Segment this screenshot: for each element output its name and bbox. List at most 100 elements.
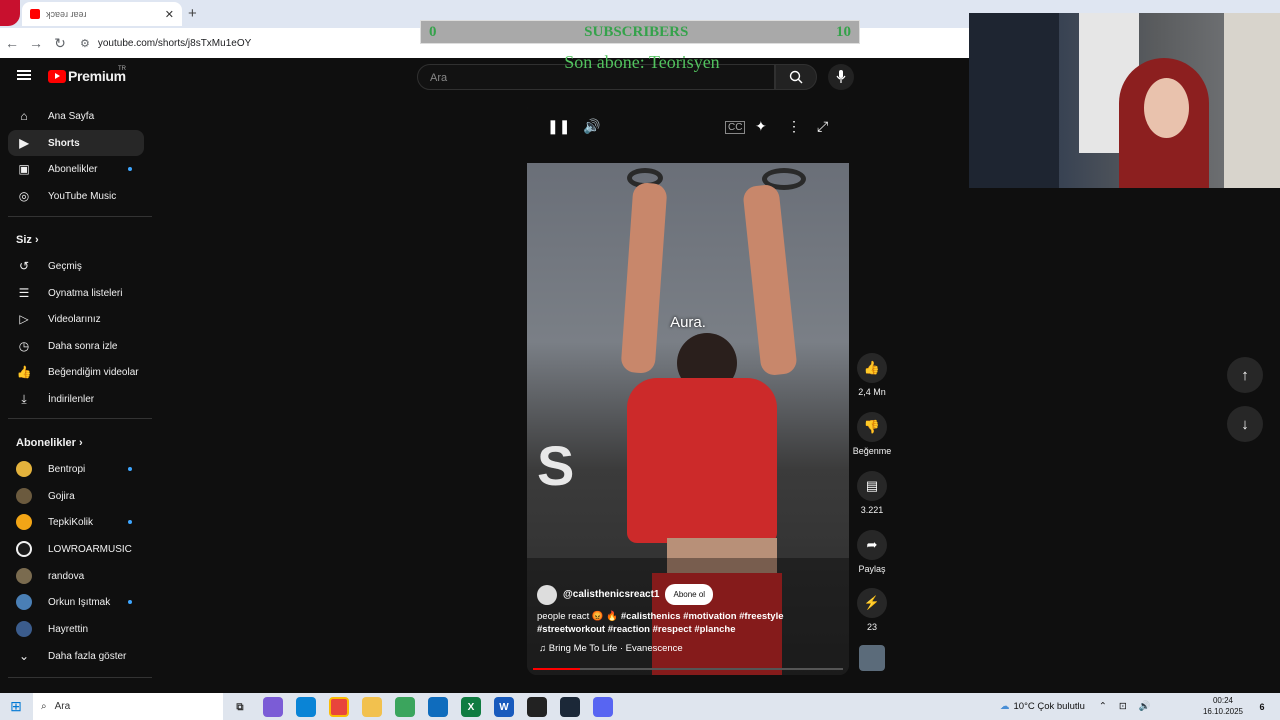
weather-text[interactable]: 10°C Çok bulutlu [1014, 701, 1085, 712]
sidebar-channel-lowroarmusic[interactable]: LOWROARMUSIC [8, 536, 144, 562]
share-icon[interactable]: ➦ [857, 530, 887, 560]
excel-icon[interactable]: X [461, 697, 481, 717]
network-icon[interactable]: ⊡ [1119, 701, 1127, 712]
chrome-icon[interactable] [329, 697, 349, 717]
edge-icon[interactable] [296, 697, 316, 717]
subscriptions-icon: ▣ [18, 162, 30, 176]
sidebar-item-home[interactable]: ⌂ Ana Sayfa [8, 103, 144, 129]
weather-icon[interactable]: ☁ [1000, 701, 1010, 712]
sidebar-item-youtube-music[interactable]: ◎ YouTube Music [8, 183, 144, 209]
like-count: 2,4 Mn [858, 387, 886, 397]
athlete-arm-right [742, 183, 798, 377]
chevron-down-icon: ⌄ [18, 649, 30, 663]
your-videos-icon: ▷ [19, 312, 29, 326]
comments-action[interactable]: ▤ 3.221 [852, 471, 892, 515]
sidebar-item-liked-videos[interactable]: 👍 Beğendiğim videolar [8, 359, 144, 385]
forward-icon[interactable]: → [24, 35, 48, 51]
video-progress-bar[interactable] [533, 668, 843, 670]
comment-icon[interactable]: ▤ [857, 471, 887, 501]
sidebar-channel-tepkikolik[interactable]: TepkiKolik [8, 509, 144, 535]
taskbar-search[interactable]: ⌕ Ara [33, 693, 223, 720]
notifications-icon[interactable]: 6 [1252, 697, 1272, 717]
more-options-icon[interactable]: ⋮ [787, 118, 801, 135]
copilot-icon[interactable] [263, 697, 283, 717]
remix-action[interactable]: ⚡ 23 [852, 588, 892, 632]
comment-count: 3.221 [860, 505, 884, 515]
browser-logo-icon[interactable] [0, 0, 20, 26]
remix-count: 23 [866, 622, 877, 632]
youtube-premium-logo[interactable]: Premium TR [48, 66, 126, 84]
sidebar-show-more[interactable]: ⌄ Daha fazla göster [8, 643, 144, 669]
file-explorer-icon[interactable] [362, 697, 382, 717]
sidebar-channel-hayrettin[interactable]: Hayrettin [8, 616, 144, 642]
miniplayer-button[interactable]: ✦ [755, 118, 767, 135]
sidebar-you-header[interactable]: Siz › [16, 234, 39, 246]
menu-icon[interactable] [17, 70, 31, 80]
sidebar-item-label: Videolarınız [48, 313, 101, 325]
new-tab-icon[interactable]: + [188, 5, 197, 22]
volume-button[interactable]: 🔊 [583, 118, 600, 135]
volume-icon[interactable]: 🔊 [1139, 701, 1151, 712]
subscriber-goal-start: 0 [429, 23, 437, 40]
channel-name: Orkun Işıtmak [48, 596, 111, 608]
steam-icon[interactable] [560, 697, 580, 717]
avatar [16, 568, 32, 584]
reload-icon[interactable]: ↻ [48, 35, 72, 52]
sidebar-channel-orkun-isitmak[interactable]: Orkun Işıtmak [8, 589, 144, 615]
tray-overflow-icon[interactable]: ⌃ [1099, 701, 1107, 712]
captions-button[interactable]: CC [725, 121, 746, 134]
store-icon[interactable] [395, 697, 415, 717]
previous-short-button[interactable]: ↑ [1227, 357, 1263, 393]
sidebar-item-playlists[interactable]: ☰ Oynatma listeleri [8, 280, 144, 306]
youtube-play-icon [48, 69, 66, 83]
windows-start-icon[interactable]: ⊞ [0, 698, 32, 715]
dislike-action[interactable]: 👎 Beğenme [852, 412, 892, 456]
liked-videos-icon: 👍 [16, 365, 32, 379]
sidebar-item-downloads[interactable]: ⤓ İndirilenler [8, 386, 144, 412]
windows-taskbar: ⊞ ⌕ Ara ⧉ X W ☁ 10°C Çok bulutlu ⌃ ⊡ 🔊 0… [0, 693, 1280, 720]
word-icon[interactable]: W [494, 697, 514, 717]
taskbar-clock[interactable]: 00:24 16.10.2025 [1200, 695, 1246, 717]
back-icon[interactable]: ← [0, 35, 24, 51]
channel-name: Bentropi [48, 463, 86, 475]
channel-avatar[interactable] [537, 584, 557, 605]
obs-icon[interactable] [527, 697, 547, 717]
avatar [16, 541, 32, 557]
subscriber-goal-bar: 0 SUBSCRIBERS 10 [420, 20, 860, 44]
sidebar-subscriptions-header[interactable]: Abonelikler › [16, 437, 83, 449]
sidebar-channel-gojira[interactable]: Gojira [8, 483, 144, 509]
subscribe-button[interactable]: Abone ol [665, 584, 714, 605]
sound-thumbnail[interactable] [852, 645, 892, 671]
url-field[interactable]: ⚙ youtube.com/shorts/j8sTxMu1eOY [80, 37, 251, 50]
pause-button[interactable]: ❚❚ [547, 118, 570, 135]
like-action[interactable]: 👍 2,4 Mn [852, 353, 892, 397]
shorts-icon: ▶ [19, 136, 29, 150]
fullscreen-button[interactable]: ⤢ [817, 118, 828, 135]
chevron-right-icon: › [78, 437, 83, 449]
discord-icon[interactable] [593, 697, 613, 717]
sidebar-channel-bentropi[interactable]: Bentropi [8, 456, 144, 482]
sidebar-item-your-videos[interactable]: ▷ Videolarınız [8, 306, 144, 332]
video-description[interactable]: people react 😡 🔥 #calisthenics #motivati… [537, 610, 837, 636]
sidebar-item-shorts[interactable]: ▶ Shorts [8, 130, 144, 156]
task-view-icon[interactable]: ⧉ [230, 697, 250, 717]
sidebar-subscriptions-label: Abonelikler [16, 437, 76, 449]
music-attribution[interactable]: ♫ Bring Me To Life · Evanescence [539, 643, 683, 654]
sidebar-item-history[interactable]: ↺ Geçmiş [8, 253, 144, 279]
sidebar-item-subscriptions[interactable]: ▣ Abonelikler [8, 156, 144, 182]
sidebar-divider [8, 216, 152, 217]
browser-tab[interactable]: ʞɔɐǝɹ ɹɐǝɹ ✕ [22, 2, 182, 26]
close-tab-icon[interactable]: ✕ [165, 8, 174, 21]
clock-date: 16.10.2025 [1202, 707, 1244, 716]
remix-icon[interactable]: ⚡ [857, 588, 887, 618]
mail-icon[interactable] [428, 697, 448, 717]
shorts-video-player[interactable]: S ❚❚ 🔊 CC ✦ ⋮ ⤢ Aura. @calisthenicsreact… [527, 100, 849, 675]
site-info-icon[interactable]: ⚙ [80, 37, 90, 50]
channel-handle[interactable]: @calisthenicsreact1 [563, 589, 659, 600]
share-action[interactable]: ➦ Paylaş [852, 530, 892, 574]
sidebar-channel-randova[interactable]: randova [8, 563, 144, 589]
thumbs-up-icon[interactable]: 👍 [857, 353, 887, 383]
thumbs-down-icon[interactable]: 👎 [857, 412, 887, 442]
sidebar-item-watch-later[interactable]: ◷ Daha sonra izle [8, 333, 144, 359]
next-short-button[interactable]: ↓ [1227, 406, 1263, 442]
